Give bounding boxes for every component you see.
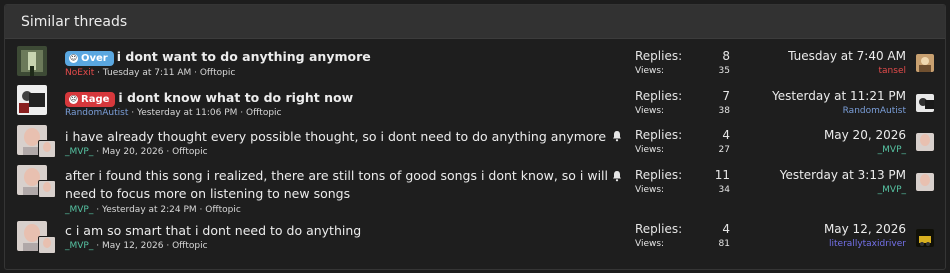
thread-meta: _MVP_ · May 20, 2026 · Offtopic <box>65 147 208 157</box>
views-count: 34 <box>718 185 730 195</box>
thread-title[interactable]: after i found this song i realized, ther… <box>65 167 610 203</box>
thread-row: i have already thought every possible th… <box>5 123 945 163</box>
forum-link[interactable]: Offtopic <box>205 205 240 215</box>
thread-meta: NoExit · Tuesday at 7:11 AM · Offtopic <box>65 68 236 78</box>
panel-title: Similar threads <box>5 5 945 39</box>
views-count: 35 <box>718 66 730 76</box>
last-post-user[interactable]: literallytaxidriver <box>735 239 906 249</box>
author-link[interactable]: _MVP_ <box>65 241 93 251</box>
author-link[interactable]: _MVP_ <box>65 205 93 215</box>
views-label: Views: <box>635 185 665 195</box>
views-label: Views: <box>635 66 665 76</box>
thread-date[interactable]: Yesterday at 2:24 PM <box>102 205 197 215</box>
prefix-badge-over[interactable]: ☺ Over <box>65 51 114 66</box>
thread-date[interactable]: Yesterday at 11:06 PM <box>137 108 237 118</box>
last-post-date[interactable]: Yesterday at 3:13 PM <box>735 168 906 182</box>
similar-threads-panel: Similar threads ☺ Over i dont want to do a… <box>4 4 946 270</box>
replies-count: 11 <box>714 168 730 182</box>
thread-row: ☺ Over i dont want to do anything anymore … <box>5 44 945 84</box>
prefix-icon: ☹ <box>69 95 78 104</box>
replies-count: 8 <box>722 49 730 63</box>
last-poster-avatar[interactable] <box>916 54 934 72</box>
bell-icon <box>613 171 621 182</box>
prefix-icon: ☺ <box>69 54 78 63</box>
forum-link[interactable]: Offtopic <box>246 108 281 118</box>
thread-row: c i am so smart that i dont need to do a… <box>5 219 945 259</box>
views-count: 38 <box>718 106 730 116</box>
replies-count: 7 <box>722 89 730 103</box>
forum-link[interactable]: Offtopic <box>172 147 207 157</box>
views-label: Views: <box>635 239 665 249</box>
forum-link[interactable]: Offtopic <box>172 241 207 251</box>
last-post-date[interactable]: May 20, 2026 <box>735 128 906 142</box>
replies-count: 4 <box>722 128 730 142</box>
views-label: Views: <box>635 106 665 116</box>
thread-date[interactable]: May 12, 2026 <box>102 241 164 251</box>
thread-title[interactable]: ☺ Over i dont want to do anything anymore <box>65 48 610 66</box>
thread-date[interactable]: May 20, 2026 <box>102 147 164 157</box>
author-link[interactable]: RandomAutist <box>65 108 128 118</box>
views-count: 81 <box>718 239 730 249</box>
author-link[interactable]: _MVP_ <box>65 147 93 157</box>
thread-title[interactable]: i have already thought every possible th… <box>65 128 610 146</box>
forum-link[interactable]: Offtopic <box>200 68 235 78</box>
thread-title-text[interactable]: i dont know what to do right now <box>118 90 353 105</box>
author-avatar[interactable] <box>17 85 47 115</box>
last-post-user[interactable]: tansel <box>735 66 906 76</box>
last-post-user[interactable]: _MVP_ <box>735 185 906 195</box>
last-post-date[interactable]: Yesterday at 11:21 PM <box>735 89 906 103</box>
replies-count: 4 <box>722 222 730 236</box>
last-poster-mini-avatar[interactable] <box>38 140 56 158</box>
last-poster-avatar[interactable] <box>916 133 934 151</box>
bell-icon <box>613 131 621 142</box>
prefix-badge-rage[interactable]: ☹ Rage <box>65 92 116 107</box>
last-post-date[interactable]: Tuesday at 7:40 AM <box>735 49 906 63</box>
last-poster-mini-avatar[interactable] <box>38 236 56 254</box>
views-count: 27 <box>718 145 730 155</box>
last-post-user[interactable]: RandomAutist <box>735 106 906 116</box>
views-label: Views: <box>635 145 665 155</box>
thread-meta: _MVP_ · May 12, 2026 · Offtopic <box>65 241 208 251</box>
last-poster-avatar[interactable] <box>916 229 934 247</box>
thread-title-text[interactable]: i dont want to do anything anymore <box>117 49 371 64</box>
last-post-user[interactable]: _MVP_ <box>735 145 906 155</box>
thread-date[interactable]: Tuesday at 7:11 AM <box>103 68 191 78</box>
thread-meta: _MVP_ · Yesterday at 2:24 PM · Offtopic <box>65 205 241 215</box>
last-poster-avatar[interactable] <box>916 173 934 191</box>
last-poster-mini-avatar[interactable] <box>38 180 56 198</box>
thread-row: ☹ Rage i dont know what to do right now Ra… <box>5 83 945 123</box>
thread-row: after i found this song i realized, ther… <box>5 163 945 215</box>
author-avatar[interactable] <box>17 46 47 76</box>
last-poster-avatar[interactable] <box>916 94 934 112</box>
last-post-date[interactable]: May 12, 2026 <box>735 222 906 236</box>
thread-title[interactable]: ☹ Rage i dont know what to do right now <box>65 89 610 107</box>
author-link[interactable]: NoExit <box>65 68 94 78</box>
thread-meta: RandomAutist · Yesterday at 11:06 PM · O… <box>65 108 282 118</box>
thread-title[interactable]: c i am so smart that i dont need to do a… <box>65 222 610 240</box>
